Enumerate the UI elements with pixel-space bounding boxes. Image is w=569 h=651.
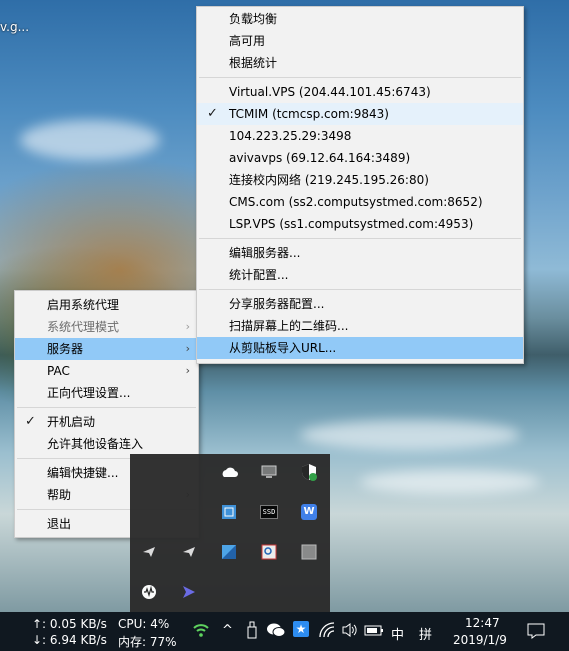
menu-item-label: 统计配置... <box>229 268 289 282</box>
clock-time[interactable]: 12:47 <box>465 616 500 630</box>
server-item-label: 104.223.25.29:3498 <box>229 129 352 143</box>
volume-icon[interactable] <box>341 622 359 642</box>
menu-item-servers[interactable]: 服务器 › <box>15 338 198 360</box>
app-star-icon[interactable]: ★ <box>293 621 309 637</box>
servers-submenu: 负载均衡 高可用 根据统计 Virtual.VPS (204.44.101.45… <box>196 6 524 364</box>
menu-item-label: 启用系统代理 <box>47 298 120 312</box>
memory-usage: 内存: 77% <box>118 635 177 649</box>
checkmark-icon: ✓ <box>207 106 218 121</box>
menu-separator <box>17 407 196 408</box>
menu-item-label: 扫描屏幕上的二维码... <box>229 319 349 333</box>
menu-item-load-balance[interactable]: 负载均衡 <box>197 8 523 30</box>
menu-item-label: 从剪贴板导入URL... <box>229 341 337 355</box>
chevron-right-icon: › <box>185 320 190 333</box>
menu-item-by-statistics[interactable]: 根据统计 <box>197 52 523 74</box>
server-item[interactable]: 连接校内网络 (219.245.195.26:80) <box>197 169 523 191</box>
chevron-right-icon: › <box>185 342 190 355</box>
chevron-up-icon[interactable]: ^ <box>222 623 233 638</box>
menu-item-edit-servers[interactable]: 编辑服务器... <box>197 242 523 264</box>
menu-item-allow-lan[interactable]: 允许其他设备连入 <box>15 433 198 455</box>
menu-item-system-proxy-mode[interactable]: 系统代理模式 › <box>15 316 198 338</box>
menu-item-label: 允许其他设备连入 <box>47 437 144 451</box>
checkmark-icon: ✓ <box>25 414 36 429</box>
ime-language-indicator[interactable]: 中 <box>391 624 404 643</box>
defender-shield-icon[interactable] <box>299 462 319 482</box>
server-item[interactable]: CMS.com (ss2.computsystmed.com:8652) <box>197 191 523 213</box>
tray-overflow-flyout: SSD W <box>130 454 330 612</box>
monitor-icon[interactable] <box>259 462 279 482</box>
menu-item-label: PAC <box>47 364 70 378</box>
menu-item-label: 负载均衡 <box>229 12 278 26</box>
menu-item-label: 服务器 <box>47 342 84 356</box>
menu-item-label: 退出 <box>47 517 72 531</box>
menu-item-enable-system-proxy[interactable]: 启用系统代理 <box>15 294 198 316</box>
menu-item-import-url-from-clipboard[interactable]: 从剪贴板导入URL... <box>197 337 523 359</box>
wps-icon-text: W <box>301 504 317 520</box>
menu-separator <box>199 77 521 78</box>
server-item-label: LSP.VPS (ss1.computsystmed.com:4953) <box>229 217 474 231</box>
action-center-icon[interactable] <box>527 623 545 643</box>
onedrive-icon[interactable] <box>219 462 239 482</box>
menu-item-high-availability[interactable]: 高可用 <box>197 30 523 52</box>
taskbar: ↑: 0.05 KB/s ↓: 6.94 KB/s CPU: 4% 内存: 77… <box>0 612 569 651</box>
menu-item-forward-proxy[interactable]: 正向代理设置... <box>15 382 198 404</box>
sound-wave-icon[interactable] <box>139 582 159 602</box>
clock-date[interactable]: 2019/1/9 <box>453 633 507 647</box>
download-speed: ↓: 6.94 KB/s <box>32 633 107 647</box>
menu-item-statistics-config[interactable]: 统计配置... <box>197 264 523 286</box>
menu-item-label: 正向代理设置... <box>47 386 131 400</box>
menu-item-label: 根据统计 <box>229 56 278 70</box>
menu-item-scan-qrcode[interactable]: 扫描屏幕上的二维码... <box>197 315 523 337</box>
menu-item-label: 开机启动 <box>47 415 96 429</box>
desktop-icon-label[interactable]: v.g... <box>0 20 29 34</box>
paper-plane-icon[interactable] <box>139 542 159 562</box>
wifi-icon[interactable] <box>318 622 336 642</box>
server-item[interactable]: avivavps (69.12.64.164:3489) <box>197 147 523 169</box>
menu-item-label: 编辑服务器... <box>229 246 301 260</box>
ssd-icon[interactable]: SSD <box>259 502 279 522</box>
menu-item-label: 系统代理模式 <box>47 320 120 334</box>
menu-separator <box>199 238 521 239</box>
server-item-label: CMS.com (ss2.computsystmed.com:8652) <box>229 195 483 209</box>
server-item-selected[interactable]: ✓ TCMIM (tcmcsp.com:9843) <box>197 103 523 125</box>
server-item-label: avivavps (69.12.64.164:3489) <box>229 151 411 165</box>
menu-item-label: 帮助 <box>47 488 72 502</box>
wechat-icon[interactable] <box>266 622 286 642</box>
cpu-usage: CPU: 4% <box>118 617 170 631</box>
upload-speed: ↑: 0.05 KB/s <box>32 617 107 631</box>
paper-plane-icon[interactable] <box>179 542 199 562</box>
ime-mode-indicator[interactable]: 拼 <box>419 624 432 643</box>
search-box-icon[interactable] <box>259 542 279 562</box>
menu-item-label: 分享服务器配置... <box>229 297 325 311</box>
battery-icon[interactable] <box>364 622 384 642</box>
server-item[interactable]: LSP.VPS (ss1.computsystmed.com:4953) <box>197 213 523 235</box>
server-item-label: Virtual.VPS (204.44.101.45:6743) <box>229 85 431 99</box>
server-item-label: TCMIM (tcmcsp.com:9843) <box>229 107 389 121</box>
shadowsocks-icon[interactable] <box>179 582 199 602</box>
ssd-icon-text: SSD <box>260 505 278 519</box>
menu-item-start-on-boot[interactable]: ✓ 开机启动 <box>15 411 198 433</box>
menu-item-label: 高可用 <box>229 34 266 48</box>
server-item[interactable]: Virtual.VPS (204.44.101.45:6743) <box>197 81 523 103</box>
usb-icon[interactable] <box>246 621 258 643</box>
wifi-green-icon[interactable] <box>192 622 210 642</box>
menu-separator <box>199 289 521 290</box>
server-item[interactable]: 104.223.25.29:3498 <box>197 125 523 147</box>
app-blue-icon[interactable] <box>219 542 239 562</box>
wps-icon[interactable]: W <box>299 502 319 522</box>
gray-square-icon[interactable] <box>299 542 319 562</box>
menu-item-share-server-config[interactable]: 分享服务器配置... <box>197 293 523 315</box>
network-tool-icon[interactable] <box>219 502 239 522</box>
chevron-right-icon: › <box>185 364 190 377</box>
menu-item-label: 编辑快捷键... <box>47 466 119 480</box>
server-item-label: 连接校内网络 (219.245.195.26:80) <box>229 173 429 187</box>
menu-item-pac[interactable]: PAC › <box>15 360 198 382</box>
